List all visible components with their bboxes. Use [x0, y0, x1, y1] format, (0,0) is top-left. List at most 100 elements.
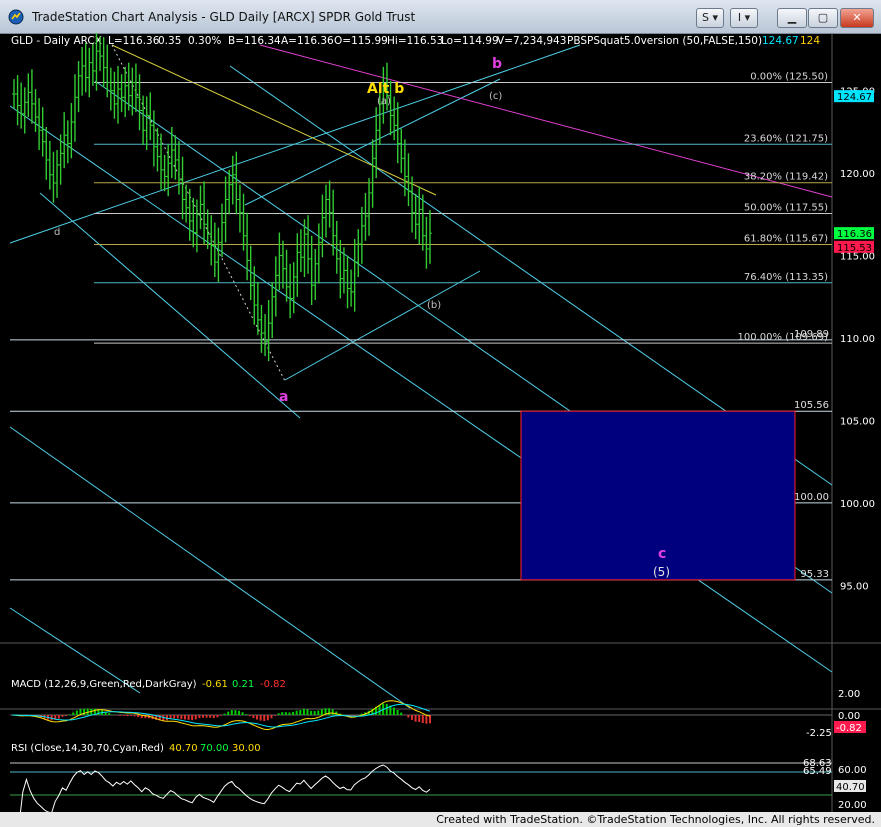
net-change: 0.35 — [158, 35, 181, 47]
horizontal-line-label: 105.56 — [794, 400, 829, 411]
macd-histogram-bar — [392, 707, 395, 715]
macd-histogram-bar — [266, 715, 269, 721]
macd-histogram-bar — [328, 708, 331, 715]
price-axis: 125.00120.00115.00110.00105.00100.0095.0… — [834, 87, 875, 592]
wave-label-a: a — [279, 389, 288, 405]
study-name: PBSPSquat5.0version (50,FALSE,150) — [567, 35, 762, 47]
macd-histogram-bar — [410, 715, 413, 720]
macd-histogram-bar — [248, 715, 251, 717]
rsi-header: RSI (Close,14,30,70,Cyan,Red) — [11, 743, 164, 754]
price-axis-tick: 110.00 — [840, 334, 875, 345]
macd-tick: -2.25 — [806, 728, 832, 739]
trendline-cyan — [9, 426, 411, 709]
rsi-tick: 20.00 — [838, 800, 867, 811]
macd-histogram-bar — [418, 715, 421, 723]
macd-histogram-bar — [173, 715, 176, 719]
fib-level-label: 23.60% (121.75) — [744, 133, 828, 144]
macd-histogram-bar — [119, 715, 122, 716]
wave-label-5-paren: (5) — [653, 565, 670, 579]
macd-histogram-bar — [191, 715, 194, 721]
macd-histogram-bar — [230, 710, 233, 715]
maximize-icon: ▢ — [817, 11, 829, 24]
horizontal-line-label: 109.89 — [794, 329, 829, 340]
bid-price: B=116.34 — [228, 35, 281, 47]
macd-histogram-bar — [288, 712, 291, 715]
macd-histogram-bar — [299, 710, 302, 715]
macd-histogram-bar — [194, 715, 197, 720]
tradestation-app-icon — [8, 9, 24, 25]
macd-histogram-bar — [295, 710, 298, 715]
wave-label-b: b — [492, 56, 502, 72]
macd-histogram-bar — [407, 715, 410, 718]
trendline-cyan — [9, 105, 833, 673]
rsi-marker-label: 40.70 — [836, 782, 865, 793]
fib-level-label: 50.00% (117.55) — [744, 203, 828, 214]
macd-histogram-bar — [108, 713, 111, 715]
fib-level-label: 38.20% (119.42) — [744, 172, 828, 183]
symbol-label: GLD - Daily ARCX — [11, 35, 102, 47]
pct-change: 0.30% — [188, 35, 221, 47]
last-price: L=116.36 — [108, 35, 160, 47]
macd-histogram-bar — [227, 711, 230, 715]
rsi-value-2: 70.00 — [200, 743, 229, 754]
study-value-1: 124.67 — [762, 35, 799, 47]
close-button[interactable]: ✕ — [840, 8, 874, 28]
macd-histogram-bar — [263, 715, 266, 722]
macd-histogram-bar — [187, 715, 190, 720]
macd-histogram-bar — [400, 712, 403, 715]
open-price: O=115.99 — [334, 35, 388, 47]
macd-histogram-bar — [277, 713, 280, 715]
macd-marker-label: -0.82 — [836, 723, 862, 734]
macd-histogram-bar — [238, 710, 241, 715]
indicator-button[interactable]: I ▾ — [730, 8, 758, 28]
chart-area[interactable]: GLD - Daily ARCX L=116.36 0.35 0.30% B=1… — [0, 33, 881, 812]
macd-histogram-bar — [122, 715, 125, 716]
macd-histogram-bar — [292, 711, 295, 715]
macd-histogram-bar — [133, 715, 136, 717]
macd-histogram-bar — [209, 715, 212, 718]
maximize-button[interactable]: ▢ — [808, 8, 838, 28]
minimize-icon: ▁ — [787, 11, 797, 24]
status-footer: Created with TradeStation. ©TradeStation… — [0, 812, 881, 827]
price-marker-label: 116.36 — [837, 229, 872, 240]
macd-histogram-bar — [241, 712, 244, 715]
wave-label-c-paren: (c) — [489, 91, 502, 102]
horizontal-line-label: 100.00 — [794, 492, 829, 503]
chevron-down-icon: ▾ — [708, 11, 718, 24]
macd-histogram-bar — [320, 709, 323, 715]
volume-value: V=7,234,943 — [497, 35, 566, 47]
low-price: Lo=114.99 — [441, 35, 499, 47]
window-titlebar: TradeStation Chart Analysis - GLD Daily … — [0, 0, 881, 34]
rsi-tick: 60.00 — [838, 765, 867, 776]
rsi-level-label: 65.49 — [803, 766, 832, 777]
price-axis-tick: 120.00 — [840, 169, 875, 180]
symbol-header: GLD - Daily ARCX L=116.36 0.35 0.30% B=1… — [11, 35, 820, 47]
macd-histogram-bar — [313, 711, 316, 715]
close-icon: ✕ — [852, 11, 862, 24]
macd-histogram-bar — [274, 715, 277, 716]
macd-tick: 0.00 — [838, 711, 860, 722]
price-axis-tick: 100.00 — [840, 499, 875, 510]
macd-histogram-bar — [378, 704, 381, 715]
macd-histogram-bar — [284, 712, 287, 715]
wave-label-c: c — [658, 546, 666, 562]
macd-value-2: 0.21 — [232, 679, 254, 690]
minimize-button[interactable]: ▁ — [777, 8, 807, 28]
macd-histogram-bar — [234, 710, 237, 715]
macd-histogram-bar — [129, 715, 132, 716]
horizontal-line-label: 95.33 — [800, 569, 829, 580]
macd-histogram-bar — [72, 712, 75, 715]
trendline-cyan — [284, 270, 481, 381]
rsi-panel: RSI (Close,14,30,70,Cyan,Red) 40.70 70.0… — [10, 743, 867, 812]
fib-level-label: 76.40% (113.35) — [744, 272, 828, 283]
macd-histogram-bar — [126, 715, 129, 717]
macd-histogram-bar — [75, 710, 78, 715]
macd-histogram-bar — [212, 715, 215, 719]
macd-tick: 2.00 — [838, 689, 860, 700]
strategy-button[interactable]: S ▾ — [696, 8, 724, 28]
macd-histogram-bar — [259, 715, 262, 721]
macd-histogram-bar — [61, 715, 64, 717]
wave-label-alt-b: Alt b — [367, 81, 404, 97]
window-title: TradeStation Chart Analysis - GLD Daily … — [32, 10, 416, 24]
macd-histogram-bar — [205, 715, 208, 718]
